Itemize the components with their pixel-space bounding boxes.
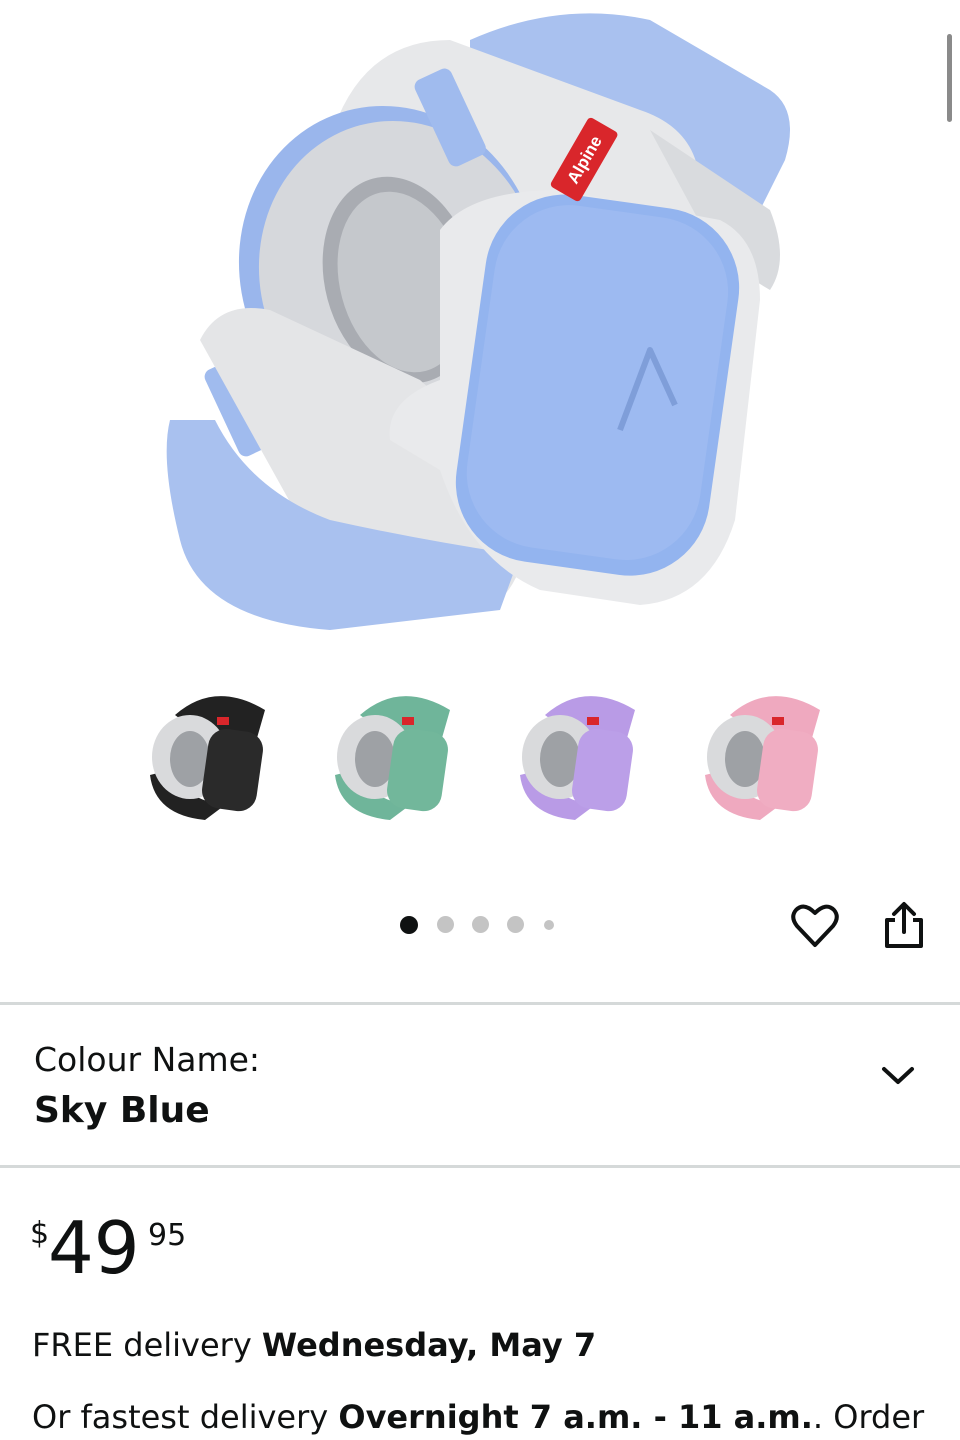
price-fraction: 95 [148,1218,187,1253]
carousel-dot[interactable] [507,916,524,933]
share-icon[interactable] [882,900,926,952]
heart-icon[interactable] [790,902,840,950]
fastest-delivery-suffix: . Order [812,1398,925,1436]
thumbnail-green[interactable] [320,685,460,835]
variant-thumbnails [0,685,960,835]
thumbnail-black[interactable] [135,685,275,835]
carousel-dot[interactable] [544,920,554,930]
colour-selector[interactable]: Colour Name: Sky Blue [0,1006,960,1166]
divider [0,1002,960,1005]
thumbnail-purple[interactable] [505,685,645,835]
price-whole: 49 [48,1206,140,1290]
fastest-delivery-prefix: Or fastest delivery [32,1398,339,1436]
price-currency: $ [30,1216,50,1251]
free-delivery-date: Wednesday, May 7 [261,1326,597,1364]
colour-value: Sky Blue [34,1090,210,1131]
free-delivery-prefix: FREE delivery [32,1326,262,1364]
carousel-dot-active[interactable] [400,916,418,934]
divider [0,1165,960,1168]
carousel-dot[interactable] [472,916,489,933]
fastest-delivery-window: Overnight 7 a.m. - 11 a.m. [338,1398,813,1436]
chevron-down-icon[interactable] [878,1060,918,1090]
carousel-dot[interactable] [437,916,454,933]
colour-label: Colour Name: [34,1040,261,1079]
free-delivery-text: FREE delivery Wednesday, May 7 [32,1326,596,1364]
product-main-image[interactable]: Alpine [0,0,960,660]
thumbnail-pink[interactable] [690,685,830,835]
fastest-delivery-text: Or fastest delivery Overnight 7 a.m. - 1… [32,1398,924,1436]
